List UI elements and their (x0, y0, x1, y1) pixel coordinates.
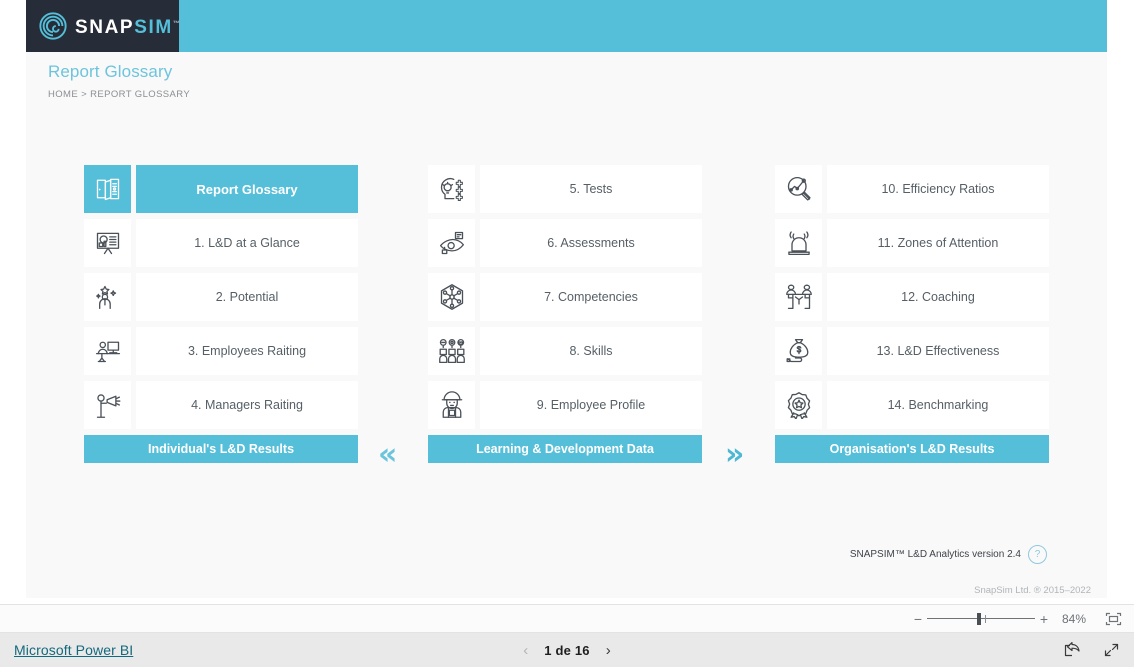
hex-network-icon (428, 273, 475, 321)
prev-section-arrow[interactable]: « (378, 440, 397, 470)
glossary-item-label: 3. Employees Raiting (136, 327, 358, 375)
page-title: Report Glossary (48, 62, 173, 81)
money-bag-hand-icon (775, 327, 822, 375)
status-bar-actions (1064, 642, 1120, 658)
glossary-item-label: 5. Tests (480, 165, 702, 213)
help-icon[interactable]: ? (1028, 545, 1047, 564)
eye-review-icon (428, 219, 475, 267)
brand-trademark: ™ (172, 20, 180, 28)
zoom-slider-thumb[interactable] (977, 612, 981, 625)
app-header-bar: SNAPSIM™ (26, 0, 1107, 52)
three-people-icon (428, 327, 475, 375)
glossary-item-label: 9. Employee Profile (480, 381, 702, 429)
worker-profile-icon (428, 381, 475, 429)
zoom-toolbar: − + 84% (0, 604, 1134, 633)
open-book-icon (84, 165, 131, 213)
glossary-item-tests[interactable]: 5. Tests (428, 165, 702, 213)
glossary-item-efficiency-ratios[interactable]: 10. Efficiency Ratios (775, 165, 1049, 213)
next-page-button[interactable]: › (606, 643, 611, 658)
megaphone-person-icon (84, 381, 131, 429)
glossary-column-individual: Report Glossary 1. L&D at a Glance 2. Po… (84, 165, 358, 463)
power-bi-report-viewport: SNAPSIM™ Report Glossary HOME > REPORT G… (0, 0, 1134, 667)
glossary-item-managers-raiting[interactable]: 4. Managers Raiting (84, 381, 358, 429)
glossary-item-employees-raiting[interactable]: 3. Employees Raiting (84, 327, 358, 375)
glossary-item-potential[interactable]: 2. Potential (84, 273, 358, 321)
version-text: SNAPSIM™ L&D Analytics version 2.4 (849, 549, 1021, 560)
zoom-out-button[interactable]: − (911, 612, 925, 626)
glossary-item-ld-effectiveness[interactable]: 13. L&D Effectiveness (775, 327, 1049, 375)
glossary-item-label: 2. Potential (136, 273, 358, 321)
copyright-text: SnapSim Ltd. ® 2015–2022 (974, 585, 1091, 596)
zoom-slider-rail (927, 617, 1035, 619)
glossary-item-competencies[interactable]: 7. Competencies (428, 273, 702, 321)
page-indicator: 1 de 16 (544, 642, 590, 658)
magnifier-chart-icon (775, 165, 822, 213)
brand-wordmark: SNAPSIM™ (75, 18, 180, 37)
zoom-level-value: 84% (1061, 611, 1087, 626)
glossary-column-organisation: 10. Efficiency Ratios 11. Zones of Atten… (775, 165, 1049, 463)
previous-page-button[interactable]: ‹ (523, 643, 528, 658)
presentation-board-icon (84, 219, 131, 267)
glossary-columns: Report Glossary 1. L&D at a Glance 2. Po… (26, 165, 1107, 475)
page-navigator: ‹ 1 de 16 › (0, 643, 1134, 658)
glossary-item-zones-of-attention[interactable]: 11. Zones of Attention (775, 219, 1049, 267)
zoom-slider[interactable] (927, 612, 1035, 626)
column-footer-learning-data[interactable]: Learning & Development Data (428, 435, 702, 463)
glossary-item-label: 10. Efficiency Ratios (827, 165, 1049, 213)
spiral-target-icon (38, 11, 68, 41)
glossary-item-label: 7. Competencies (480, 273, 702, 321)
version-line: SNAPSIM™ L&D Analytics version 2.4 ? (850, 545, 1047, 564)
share-icon[interactable] (1064, 642, 1081, 658)
fullscreen-icon[interactable] (1103, 642, 1120, 658)
status-bar: Microsoft Power BI ‹ 1 de 16 › (0, 633, 1134, 667)
brand-word-snap: SNAP (75, 16, 135, 38)
glossary-item-label: 4. Managers Raiting (136, 381, 358, 429)
alarm-light-icon (775, 219, 822, 267)
glossary-item-label: 6. Assessments (480, 219, 702, 267)
glossary-item-ld-at-a-glance[interactable]: 1. L&D at a Glance (84, 219, 358, 267)
column-footer-individual[interactable]: Individual's L&D Results (84, 435, 358, 463)
report-page: SNAPSIM™ Report Glossary HOME > REPORT G… (26, 0, 1107, 598)
report-canvas-area: SNAPSIM™ Report Glossary HOME > REPORT G… (0, 0, 1134, 604)
brand-word-sim: SIM (134, 16, 173, 38)
glossary-column-learning-data: 5. Tests 6. Assessments 7. Competencies … (428, 165, 702, 463)
breadcrumb[interactable]: HOME > REPORT GLOSSARY (48, 89, 190, 100)
award-star-icon (775, 381, 822, 429)
desk-worker-icon (84, 327, 131, 375)
next-section-arrow[interactable]: » (725, 440, 744, 470)
glossary-item-label: 1. L&D at a Glance (136, 219, 358, 267)
glossary-item-label: 12. Coaching (827, 273, 1049, 321)
brand-logo[interactable]: SNAPSIM™ (26, 0, 180, 52)
glossary-item-label: 13. L&D Effectiveness (827, 327, 1049, 375)
glossary-item-label: 11. Zones of Attention (827, 219, 1049, 267)
glossary-item-label: Report Glossary (136, 165, 358, 213)
glossary-item-assessments[interactable]: 6. Assessments (428, 219, 702, 267)
column-footer-organisation[interactable]: Organisation's L&D Results (775, 435, 1049, 463)
employee-star-icon (84, 273, 131, 321)
head-lightbulb-icon (428, 165, 475, 213)
fit-to-page-icon[interactable] (1105, 612, 1122, 626)
glossary-item-skills[interactable]: 8. Skills (428, 327, 702, 375)
zoom-in-button[interactable]: + (1037, 612, 1051, 626)
handshake-people-icon (775, 273, 822, 321)
glossary-item-benchmarking[interactable]: 14. Benchmarking (775, 381, 1049, 429)
zoom-slider-tick (985, 614, 986, 623)
glossary-item-report-glossary[interactable]: Report Glossary (84, 165, 358, 213)
glossary-item-label: 8. Skills (480, 327, 702, 375)
glossary-item-employee-profile[interactable]: 9. Employee Profile (428, 381, 702, 429)
glossary-item-label: 14. Benchmarking (827, 381, 1049, 429)
glossary-item-coaching[interactable]: 12. Coaching (775, 273, 1049, 321)
